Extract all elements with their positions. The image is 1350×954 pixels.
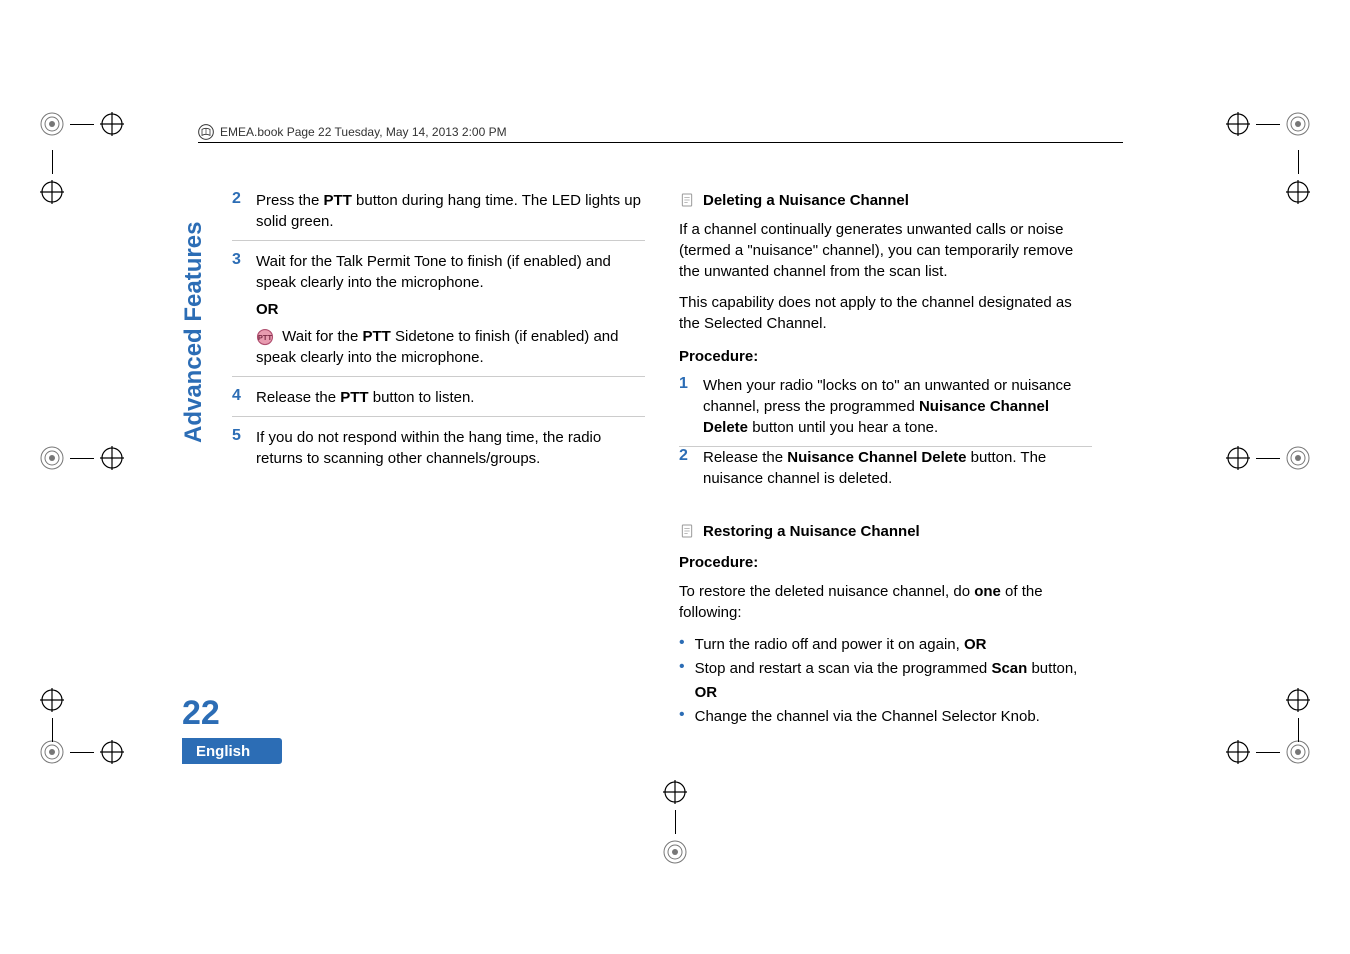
list-item: • Change the channel via the Channel Sele… <box>679 705 1092 729</box>
step-body: When your radio "locks on to" an unwante… <box>703 375 1092 438</box>
step-body: Release the PTT button to listen. <box>256 387 645 408</box>
step-body: Press the PTT button during hang time. T… <box>256 190 645 232</box>
crop-mark <box>1226 446 1310 470</box>
restoring-proc-label: Procedure: <box>679 554 1092 571</box>
svg-text:PTT: PTT <box>258 333 273 342</box>
header-meta: EMEA.book Page 22 Tuesday, May 14, 2013 … <box>198 124 1123 143</box>
page-number: 22 <box>182 694 220 733</box>
ptt-icon: PTT <box>256 328 274 346</box>
procedure-step: 4 Release the PTT button to listen. <box>232 387 645 417</box>
deleting-title: Deleting a Nuisance Channel <box>703 192 909 209</box>
step-number: 1 <box>679 375 693 393</box>
procedure-step: 2 Press the PTT button during hang time. … <box>232 190 645 241</box>
procedure-step: 3 Wait for the Talk Permit Tone to finish… <box>232 251 645 377</box>
list-item: • Stop and restart a scan via the program… <box>679 657 1092 705</box>
bullet-icon: • <box>679 705 685 724</box>
doc-icon <box>679 192 695 208</box>
deleting-para2: This capability does not apply to the ch… <box>679 292 1092 334</box>
doc-icon <box>679 523 695 539</box>
restoring-bullets: • Turn the radio off and power it on agai… <box>679 633 1092 729</box>
step-number: 4 <box>232 387 246 405</box>
crop-mark <box>1286 688 1310 742</box>
bullet-icon: • <box>679 657 685 676</box>
step-body: Release the Nuisance Channel Delete butt… <box>703 447 1092 489</box>
crop-mark <box>663 780 687 864</box>
restoring-intro: To restore the deleted nuisance channel,… <box>679 581 1092 623</box>
deleting-steps: 1 When your radio "locks on to" an unwant… <box>679 375 1092 497</box>
list-item: • Turn the radio off and power it on agai… <box>679 633 1092 657</box>
deleting-proc-label: Procedure: <box>679 348 1092 365</box>
deleting-heading: Deleting a Nuisance Channel <box>679 192 1092 209</box>
restoring-heading: Restoring a Nuisance Channel <box>679 523 1092 540</box>
left-column: 2 Press the PTT button during hang time. … <box>232 190 645 729</box>
crop-mark <box>40 446 124 470</box>
language-bar: English <box>182 738 282 764</box>
crop-mark <box>1226 112 1310 136</box>
side-tab: Advanced Features <box>180 222 208 443</box>
step-body: If you do not respond within the hang ti… <box>256 427 645 469</box>
page-root: EMEA.book Page 22 Tuesday, May 14, 2013 … <box>0 0 1350 954</box>
bullet-icon: • <box>679 633 685 652</box>
step-number: 3 <box>232 251 246 269</box>
step-number: 5 <box>232 427 246 445</box>
step-number: 2 <box>679 447 693 465</box>
procedure-step: 2 Release the Nuisance Channel Delete but… <box>679 447 1092 497</box>
crop-mark <box>1226 740 1310 764</box>
crop-mark <box>40 688 64 742</box>
crop-mark <box>40 112 124 136</box>
step-body: Wait for the Talk Permit Tone to finish … <box>256 251 645 368</box>
header-text: EMEA.book Page 22 Tuesday, May 14, 2013 … <box>220 125 507 139</box>
crop-mark <box>40 150 64 204</box>
right-column: Deleting a Nuisance Channel If a channel… <box>679 190 1092 729</box>
book-icon <box>198 124 214 140</box>
list-item-text: Change the channel via the Channel Selec… <box>695 705 1040 729</box>
procedure-step: 1 When your radio "locks on to" an unwant… <box>679 375 1092 447</box>
deleting-para1: If a channel continually generates unwan… <box>679 219 1092 282</box>
content-columns: 2 Press the PTT button during hang time. … <box>232 190 1092 729</box>
list-item-text: Turn the radio off and power it on again… <box>695 633 987 657</box>
list-item-text: Stop and restart a scan via the programm… <box>695 657 1092 705</box>
crop-mark <box>1286 150 1310 204</box>
step-number: 2 <box>232 190 246 208</box>
procedure-step: 5 If you do not respond within the hang t… <box>232 427 645 477</box>
restoring-title: Restoring a Nuisance Channel <box>703 523 920 540</box>
crop-mark <box>40 740 124 764</box>
